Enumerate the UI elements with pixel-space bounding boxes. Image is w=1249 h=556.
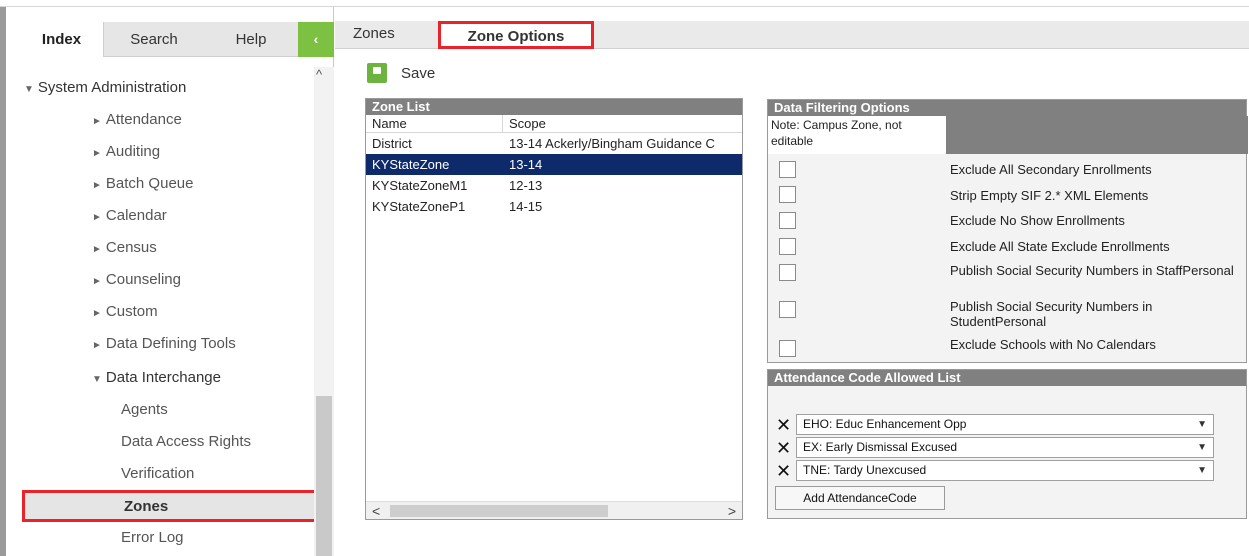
tree-item-data-interchange[interactable]: ▼ Data Interchange — [92, 369, 221, 386]
tab-help[interactable]: Help — [204, 22, 298, 57]
data-filtering-title: Data Filtering Options — [768, 100, 1246, 116]
tree-item-data-defining-tools[interactable]: ► Data Defining Tools — [92, 335, 236, 352]
tree-item-batch-queue[interactable]: ► Batch Queue — [92, 175, 193, 192]
filter-header-fill — [946, 116, 1248, 154]
window-top-edge — [0, 0, 1249, 7]
tree-item-system-administration[interactable]: ▼ System Administration — [24, 79, 186, 96]
navigation-panel: Index Search Help ‹ ▼ System Administrati… — [0, 7, 334, 556]
table-row[interactable]: District 13-14 Ackerly/Bingham Guidance … — [366, 133, 742, 154]
save-icon — [367, 63, 387, 83]
label-exclude-state-exclude: Exclude All State Exclude Enrollments — [950, 239, 1170, 254]
tree-item-custom[interactable]: ► Custom — [92, 303, 158, 320]
checkbox-publish-ssn-student[interactable] — [779, 301, 796, 318]
attendance-code-panel: Attendance Code Allowed List ✕ EHO: Educ… — [767, 369, 1247, 519]
caret-down-icon: ▼ — [92, 374, 102, 385]
scroll-left-icon[interactable]: < — [372, 502, 380, 520]
label-exclude-no-calendars: Exclude Schools with No Calendars — [950, 337, 1156, 352]
add-attendance-code-button[interactable]: Add AttendanceCode — [775, 486, 945, 510]
zone-list-horizontal-scrollbar[interactable]: < > — [366, 501, 742, 519]
attendance-code-title: Attendance Code Allowed List — [768, 370, 1246, 386]
caret-right-icon: ► — [92, 340, 102, 351]
tree-item-data-access-rights[interactable]: Data Access Rights — [121, 433, 251, 450]
caret-right-icon: ► — [92, 308, 102, 319]
label-exclude-secondary: Exclude All Secondary Enrollments — [950, 162, 1152, 177]
checkbox-exclude-no-show[interactable] — [779, 212, 796, 229]
checkbox-exclude-no-calendars[interactable] — [779, 340, 796, 357]
label-publish-ssn-student: Publish Social Security Numbers in Stude… — [950, 299, 1153, 329]
tree-item-calendar[interactable]: ► Calendar — [92, 207, 167, 224]
tab-search[interactable]: Search — [104, 22, 204, 57]
tree-item-auditing[interactable]: ► Auditing — [92, 143, 160, 160]
chevron-down-icon: ▼ — [1197, 442, 1207, 453]
chevron-down-icon: ▼ — [1197, 419, 1207, 430]
remove-icon[interactable]: ✕ — [776, 462, 792, 480]
checkbox-exclude-secondary[interactable] — [779, 161, 796, 178]
tab-zones[interactable]: Zones — [353, 21, 423, 49]
scroll-up-icon[interactable]: ^ — [316, 67, 322, 82]
tree-item-zones[interactable]: Zones — [22, 490, 320, 522]
content-tabs: Zones Zone Options — [335, 21, 1249, 49]
data-filtering-panel: Data Filtering Options Note: Campus Zone… — [767, 99, 1248, 363]
caret-right-icon: ► — [92, 244, 102, 255]
zone-list-panel: Zone List Name Scope District 13-14 Acke… — [365, 98, 743, 520]
zone-list-header: Name Scope — [366, 115, 742, 133]
checkbox-exclude-state-exclude[interactable] — [779, 238, 796, 255]
navigation-tree: ▼ System Administration ► Attendance ► Audi… — [20, 67, 320, 556]
attendance-code-row: ✕ EHO: Educ Enhancement Opp ▼ — [776, 414, 1214, 435]
tree-item-attendance[interactable]: ► Attendance — [92, 111, 182, 128]
column-header-name[interactable]: Name — [366, 115, 503, 132]
zone-list-title: Zone List — [366, 99, 742, 115]
column-header-scope[interactable]: Scope — [503, 115, 546, 132]
attendance-code-row: ✕ EX: Early Dismissal Excused ▼ — [776, 437, 1214, 458]
caret-right-icon: ► — [92, 212, 102, 223]
caret-right-icon: ► — [92, 116, 102, 127]
tree-item-verification[interactable]: Verification — [121, 465, 194, 482]
attendance-code-select[interactable]: TNE: Tardy Unexcused ▼ — [796, 460, 1214, 481]
tab-index[interactable]: Index — [20, 22, 104, 57]
remove-icon[interactable]: ✕ — [776, 439, 792, 457]
navigation-tabs: Index Search Help ‹ — [20, 22, 334, 57]
label-publish-ssn-staff: Publish Social Security Numbers in Staff… — [950, 263, 1234, 278]
attendance-code-select[interactable]: EHO: Educ Enhancement Opp ▼ — [796, 414, 1214, 435]
tree-item-census[interactable]: ► Census — [92, 239, 157, 256]
horizontal-scrollbar-thumb[interactable] — [390, 505, 608, 517]
tree-item-agents[interactable]: Agents — [121, 401, 168, 418]
scroll-right-icon[interactable]: > — [728, 502, 736, 520]
caret-right-icon: ► — [92, 276, 102, 287]
caret-right-icon: ► — [92, 180, 102, 191]
chevron-left-icon: ‹ — [313, 31, 319, 47]
label-strip-empty-sif: Strip Empty SIF 2.* XML Elements — [950, 188, 1149, 203]
tree-item-error-log[interactable]: Error Log — [121, 529, 184, 546]
attendance-code-select[interactable]: EX: Early Dismissal Excused ▼ — [796, 437, 1214, 458]
checkbox-strip-empty-sif[interactable] — [779, 186, 796, 203]
collapse-panel-button[interactable]: ‹ — [298, 22, 334, 57]
save-button[interactable]: Save — [367, 61, 435, 85]
main-content: Zones Zone Options Save Zone List Name S… — [335, 7, 1249, 556]
tree-scrollbar-thumb[interactable] — [316, 396, 332, 556]
chevron-down-icon: ▼ — [1197, 465, 1207, 476]
label-exclude-no-show: Exclude No Show Enrollments — [950, 213, 1125, 228]
tree-item-counseling[interactable]: ► Counseling — [92, 271, 181, 288]
remove-icon[interactable]: ✕ — [776, 416, 792, 434]
table-row[interactable]: KYStateZone 13-14 — [366, 154, 742, 175]
checkbox-publish-ssn-staff[interactable] — [779, 264, 796, 281]
caret-right-icon: ► — [92, 148, 102, 159]
table-row[interactable]: KYStateZoneP1 14-15 — [366, 196, 742, 217]
attendance-code-row: ✕ TNE: Tardy Unexcused ▼ — [776, 460, 1214, 481]
tab-zone-options[interactable]: Zone Options — [438, 21, 594, 49]
campus-zone-note: Note: Campus Zone, not editable — [768, 116, 946, 154]
caret-down-icon: ▼ — [24, 84, 34, 95]
table-row[interactable]: KYStateZoneM1 12-13 — [366, 175, 742, 196]
